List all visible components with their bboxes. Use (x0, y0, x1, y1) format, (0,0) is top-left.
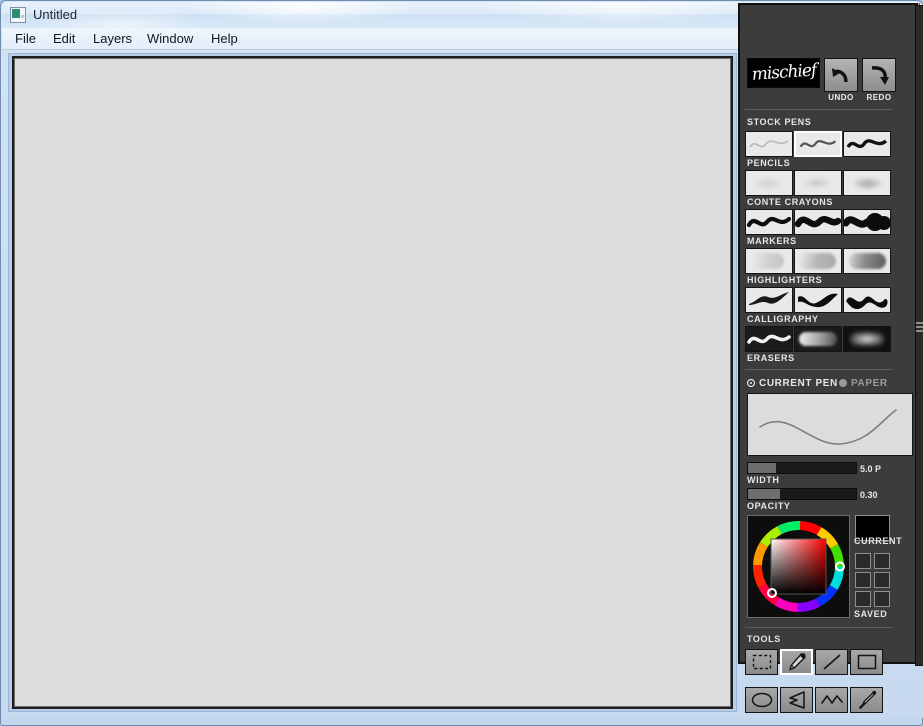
panel-divider-3 (745, 627, 893, 628)
polygon-icon (788, 691, 805, 709)
pencil-tool-button[interactable] (780, 649, 813, 675)
polygon-tool-button[interactable] (780, 687, 813, 713)
undo-arrow-icon (832, 68, 848, 83)
tools-label: TOOLS (747, 634, 781, 644)
pen-swatch-pencil-medium[interactable] (794, 131, 842, 157)
pen-swatch-marker-thin[interactable] (745, 209, 793, 235)
opacity-slider[interactable] (747, 488, 857, 500)
marquee-select-tool-button[interactable] (745, 649, 778, 675)
ellipse-tool-button[interactable] (745, 687, 778, 713)
menu-item-window[interactable]: Window (140, 28, 200, 50)
pen-swatch-eraser-grain[interactable] (843, 326, 891, 352)
pen-swatch-conte-soft[interactable] (745, 170, 793, 196)
width-slider-fill (748, 463, 777, 473)
pen-swatch-pencil-dark[interactable] (843, 131, 891, 157)
menu-item-edit[interactable]: Edit (46, 28, 82, 50)
current-color-label: CURRENT (854, 536, 903, 546)
panel-divider-1 (745, 109, 893, 110)
mischief-logo-text: mischief (750, 60, 817, 85)
pen-swatch-eraser-hard[interactable] (745, 326, 793, 352)
window-title: Untitled (33, 7, 78, 22)
pen-group-label-pencils: PENCILS (747, 158, 791, 168)
stock-pens-label: STOCK PENS (747, 117, 812, 127)
redo-button[interactable] (862, 58, 896, 92)
saved-color-swatch-2[interactable] (874, 553, 890, 569)
opacity-value: 0.30 (860, 490, 878, 500)
pen-group-label-highlighters: HIGHLIGHTERS (747, 275, 823, 285)
pen-preview-stroke (759, 409, 897, 445)
saved-color-swatch-6[interactable] (874, 591, 890, 607)
ellipse-icon (751, 692, 772, 708)
current-pen-label[interactable]: CURRENT PEN (759, 378, 838, 389)
pen-swatch-calligraphy-bold[interactable] (843, 287, 891, 313)
redo-arrow-icon (871, 66, 889, 85)
width-label: WIDTH (747, 475, 780, 485)
pen-group-label-conte: CONTE CRAYONS (747, 197, 833, 207)
line-tool-button[interactable] (815, 649, 848, 675)
eyedropper-icon (858, 690, 876, 709)
saved-color-swatch-1[interactable] (855, 553, 871, 569)
polyline-tool-button[interactable] (815, 687, 848, 713)
line-icon (822, 654, 841, 670)
pen-swatch-marker-blob[interactable] (843, 209, 891, 235)
color-wheel-icon (753, 521, 845, 612)
pen-swatch-conte-blur[interactable] (794, 170, 842, 196)
undo-label: UNDO (828, 93, 854, 102)
panel-divider-2 (745, 369, 893, 370)
rectangle-tool-button[interactable] (850, 649, 883, 675)
panel-drag-grip-icon[interactable] (916, 322, 923, 334)
color-wheel[interactable] (747, 515, 850, 618)
pen-swatch-highlighter-mid[interactable] (794, 248, 842, 274)
pen-preview (747, 393, 913, 456)
pen-swatch-highlighter-light[interactable] (745, 248, 793, 274)
panel-scrollbar[interactable] (915, 5, 923, 666)
saved-color-swatch-4[interactable] (874, 572, 890, 588)
pencil-icon (788, 653, 806, 671)
paper-label[interactable]: PAPER (851, 378, 888, 389)
rectangle-icon (857, 654, 876, 670)
menu-item-file[interactable]: File (8, 28, 43, 50)
pen-swatch-conte-grain[interactable] (843, 170, 891, 196)
saved-color-swatch-5[interactable] (855, 591, 871, 607)
canvas-container (8, 53, 737, 712)
pen-swatch-pencil-light[interactable] (745, 131, 793, 157)
opacity-label: OPACITY (747, 501, 791, 511)
paper-radio[interactable] (839, 379, 847, 387)
pen-group-label-erasers: ERASERS (747, 353, 795, 363)
saved-color-swatch-3[interactable] (855, 572, 871, 588)
application-window: Untitled ✕ File Edit Layers Window Help (0, 0, 923, 726)
pen-swatch-eraser-soft[interactable] (794, 326, 842, 352)
opacity-slider-fill (748, 489, 781, 499)
menu-item-help[interactable]: Help (204, 28, 245, 50)
mischief-logo: mischief (747, 58, 820, 88)
pen-swatch-marker-thick[interactable] (794, 209, 842, 235)
current-pen-radio[interactable] (747, 379, 755, 387)
saved-colors-label: SAVED (854, 609, 888, 619)
width-slider[interactable] (747, 462, 857, 474)
app-icon (10, 7, 26, 23)
marquee-select-icon (752, 654, 771, 670)
polyline-icon (820, 695, 843, 704)
pen-swatch-calligraphy-thin[interactable] (745, 287, 793, 313)
width-value: 5.0 P (860, 464, 882, 474)
pen-swatch-calligraphy-angled[interactable] (794, 287, 842, 313)
undo-button[interactable] (824, 58, 858, 92)
menu-item-layers[interactable]: Layers (86, 28, 139, 50)
window-frame: Untitled ✕ File Edit Layers Window Help (0, 0, 923, 726)
pen-group-label-markers: MARKERS (747, 236, 797, 246)
pen-group-label-calligraphy: CALLIGRAPHY (747, 314, 819, 324)
drawing-canvas[interactable] (12, 56, 733, 709)
eyedropper-tool-button[interactable] (850, 687, 883, 713)
redo-label: REDO (866, 93, 892, 102)
pen-swatch-highlighter-dark[interactable] (843, 248, 891, 274)
